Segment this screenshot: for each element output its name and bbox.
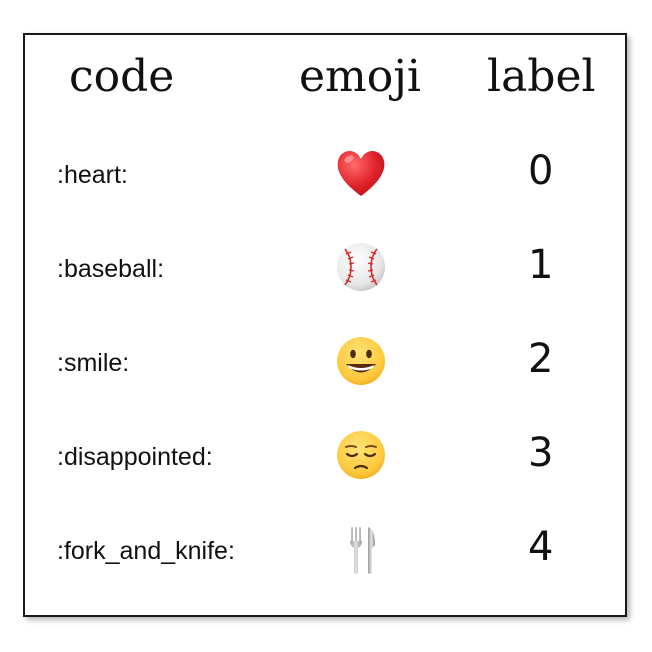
fork-and-knife-icon [331,519,391,579]
smile-icon [331,331,391,391]
label-cell: 3 [528,430,554,476]
code-cell: :baseball: [57,255,165,283]
disappointed-face-icon [331,425,391,485]
label-cell: 4 [528,524,554,570]
table-row: :disappointed: 3 [25,413,625,507]
table-row: :fork_and_knife: 4 [25,507,625,601]
emoji-table: code emoji label :heart: 0 :baseball: 1 … [23,33,627,617]
code-cell: :smile: [57,349,130,377]
table-row: :heart: 0 [25,131,625,225]
header-label: label [487,51,596,102]
table-row: :smile: 2 [25,319,625,413]
label-cell: 1 [528,242,554,288]
heart-icon [331,143,391,203]
label-cell: 2 [528,336,554,382]
header-code: code [69,51,175,102]
table-row: :baseball: 1 [25,225,625,319]
code-cell: :disappointed: [57,443,213,471]
code-cell: :fork_and_knife: [57,537,235,565]
baseball-icon [331,237,391,297]
header-emoji: emoji [299,51,421,102]
label-cell: 0 [528,148,554,194]
code-cell: :heart: [57,161,128,189]
